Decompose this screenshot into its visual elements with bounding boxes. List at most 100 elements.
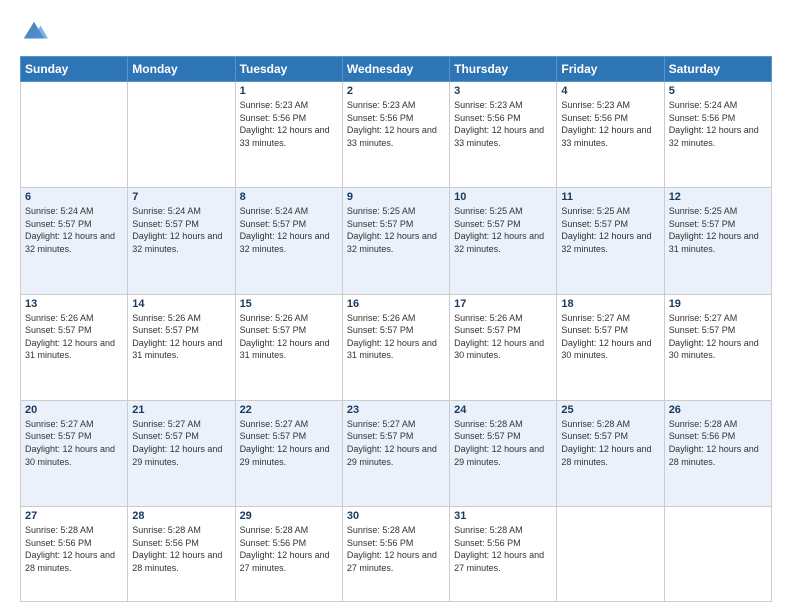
cell-info: Sunrise: 5:25 AMSunset: 5:57 PMDaylight:… [454, 205, 552, 255]
cell-info: Sunrise: 5:27 AMSunset: 5:57 PMDaylight:… [132, 418, 230, 468]
calendar-cell: 31 Sunrise: 5:28 AMSunset: 5:56 PMDayligh… [450, 507, 557, 602]
day-number: 29 [240, 510, 338, 522]
calendar-cell [664, 507, 771, 602]
day-number: 14 [132, 298, 230, 310]
calendar-week-row: 13 Sunrise: 5:26 AMSunset: 5:57 PMDayligh… [21, 294, 772, 400]
day-number: 6 [25, 191, 123, 203]
cell-info: Sunrise: 5:26 AMSunset: 5:57 PMDaylight:… [454, 312, 552, 362]
cell-info: Sunrise: 5:24 AMSunset: 5:57 PMDaylight:… [132, 205, 230, 255]
header [20, 18, 772, 46]
cell-info: Sunrise: 5:27 AMSunset: 5:57 PMDaylight:… [240, 418, 338, 468]
cell-info: Sunrise: 5:26 AMSunset: 5:57 PMDaylight:… [132, 312, 230, 362]
day-number: 28 [132, 510, 230, 522]
day-number: 1 [240, 85, 338, 97]
calendar-cell: 25 Sunrise: 5:28 AMSunset: 5:57 PMDayligh… [557, 400, 664, 506]
weekday-header-monday: Monday [128, 57, 235, 82]
cell-info: Sunrise: 5:26 AMSunset: 5:57 PMDaylight:… [347, 312, 445, 362]
cell-info: Sunrise: 5:28 AMSunset: 5:56 PMDaylight:… [347, 524, 445, 574]
day-number: 30 [347, 510, 445, 522]
weekday-header-saturday: Saturday [664, 57, 771, 82]
weekday-header-wednesday: Wednesday [342, 57, 449, 82]
cell-info: Sunrise: 5:23 AMSunset: 5:56 PMDaylight:… [240, 99, 338, 149]
cell-info: Sunrise: 5:24 AMSunset: 5:57 PMDaylight:… [240, 205, 338, 255]
calendar-cell: 26 Sunrise: 5:28 AMSunset: 5:56 PMDayligh… [664, 400, 771, 506]
cell-info: Sunrise: 5:27 AMSunset: 5:57 PMDaylight:… [669, 312, 767, 362]
day-number: 26 [669, 404, 767, 416]
cell-info: Sunrise: 5:25 AMSunset: 5:57 PMDaylight:… [347, 205, 445, 255]
day-number: 21 [132, 404, 230, 416]
cell-info: Sunrise: 5:27 AMSunset: 5:57 PMDaylight:… [561, 312, 659, 362]
calendar-cell: 15 Sunrise: 5:26 AMSunset: 5:57 PMDayligh… [235, 294, 342, 400]
calendar-cell: 9 Sunrise: 5:25 AMSunset: 5:57 PMDaylight… [342, 188, 449, 294]
day-number: 5 [669, 85, 767, 97]
day-number: 23 [347, 404, 445, 416]
calendar-cell: 6 Sunrise: 5:24 AMSunset: 5:57 PMDaylight… [21, 188, 128, 294]
calendar-cell [557, 507, 664, 602]
day-number: 13 [25, 298, 123, 310]
calendar-cell: 19 Sunrise: 5:27 AMSunset: 5:57 PMDayligh… [664, 294, 771, 400]
calendar-cell: 18 Sunrise: 5:27 AMSunset: 5:57 PMDayligh… [557, 294, 664, 400]
day-number: 7 [132, 191, 230, 203]
cell-info: Sunrise: 5:23 AMSunset: 5:56 PMDaylight:… [454, 99, 552, 149]
calendar-cell: 7 Sunrise: 5:24 AMSunset: 5:57 PMDaylight… [128, 188, 235, 294]
day-number: 4 [561, 85, 659, 97]
cell-info: Sunrise: 5:28 AMSunset: 5:57 PMDaylight:… [561, 418, 659, 468]
weekday-header-sunday: Sunday [21, 57, 128, 82]
calendar-cell: 21 Sunrise: 5:27 AMSunset: 5:57 PMDayligh… [128, 400, 235, 506]
calendar-cell: 5 Sunrise: 5:24 AMSunset: 5:56 PMDaylight… [664, 82, 771, 188]
calendar-cell: 11Sunrise: 5:25 AMSunset: 5:57 PMDayligh… [557, 188, 664, 294]
cell-info: Sunrise: 5:27 AMSunset: 5:57 PMDaylight:… [347, 418, 445, 468]
calendar-cell: 14 Sunrise: 5:26 AMSunset: 5:57 PMDayligh… [128, 294, 235, 400]
calendar-cell [21, 82, 128, 188]
calendar-week-row: 27 Sunrise: 5:28 AMSunset: 5:56 PMDayligh… [21, 507, 772, 602]
cell-info: Sunrise: 5:28 AMSunset: 5:57 PMDaylight:… [454, 418, 552, 468]
logo-icon [20, 18, 48, 46]
calendar-cell: 27 Sunrise: 5:28 AMSunset: 5:56 PMDayligh… [21, 507, 128, 602]
calendar-cell: 13 Sunrise: 5:26 AMSunset: 5:57 PMDayligh… [21, 294, 128, 400]
day-number: 15 [240, 298, 338, 310]
cell-info: Sunrise: 5:24 AMSunset: 5:56 PMDaylight:… [669, 99, 767, 149]
calendar-cell: 8Sunrise: 5:24 AMSunset: 5:57 PMDaylight… [235, 188, 342, 294]
calendar-cell: 24 Sunrise: 5:28 AMSunset: 5:57 PMDayligh… [450, 400, 557, 506]
cell-info: Sunrise: 5:26 AMSunset: 5:57 PMDaylight:… [25, 312, 123, 362]
day-number: 2 [347, 85, 445, 97]
day-number: 9 [347, 191, 445, 203]
day-number: 16 [347, 298, 445, 310]
calendar-cell [128, 82, 235, 188]
day-number: 19 [669, 298, 767, 310]
calendar-cell: 16 Sunrise: 5:26 AMSunset: 5:57 PMDayligh… [342, 294, 449, 400]
calendar-cell: 4 Sunrise: 5:23 AMSunset: 5:56 PMDaylight… [557, 82, 664, 188]
cell-info: Sunrise: 5:23 AMSunset: 5:56 PMDaylight:… [561, 99, 659, 149]
day-number: 17 [454, 298, 552, 310]
cell-info: Sunrise: 5:25 AMSunset: 5:57 PMDaylight:… [669, 205, 767, 255]
logo [20, 18, 52, 46]
day-number: 12 [669, 191, 767, 203]
calendar-cell: 17 Sunrise: 5:26 AMSunset: 5:57 PMDayligh… [450, 294, 557, 400]
calendar-cell: 12 Sunrise: 5:25 AMSunset: 5:57 PMDayligh… [664, 188, 771, 294]
calendar-cell: 2Sunrise: 5:23 AMSunset: 5:56 PMDaylight… [342, 82, 449, 188]
day-number: 11 [561, 191, 659, 203]
cell-info: Sunrise: 5:26 AMSunset: 5:57 PMDaylight:… [240, 312, 338, 362]
day-number: 22 [240, 404, 338, 416]
weekday-header-thursday: Thursday [450, 57, 557, 82]
day-number: 27 [25, 510, 123, 522]
calendar-cell: 29Sunrise: 5:28 AMSunset: 5:56 PMDayligh… [235, 507, 342, 602]
calendar-cell: 30 Sunrise: 5:28 AMSunset: 5:56 PMDayligh… [342, 507, 449, 602]
day-number: 3 [454, 85, 552, 97]
weekday-header-tuesday: Tuesday [235, 57, 342, 82]
day-number: 24 [454, 404, 552, 416]
cell-info: Sunrise: 5:27 AMSunset: 5:57 PMDaylight:… [25, 418, 123, 468]
day-number: 25 [561, 404, 659, 416]
page: SundayMondayTuesdayWednesdayThursdayFrid… [0, 0, 792, 612]
cell-info: Sunrise: 5:24 AMSunset: 5:57 PMDaylight:… [25, 205, 123, 255]
day-number: 10 [454, 191, 552, 203]
day-number: 18 [561, 298, 659, 310]
day-number: 31 [454, 510, 552, 522]
calendar-cell: 3 Sunrise: 5:23 AMSunset: 5:56 PMDaylight… [450, 82, 557, 188]
cell-info: Sunrise: 5:28 AMSunset: 5:56 PMDaylight:… [669, 418, 767, 468]
calendar-cell: 22 Sunrise: 5:27 AMSunset: 5:57 PMDayligh… [235, 400, 342, 506]
calendar-cell: 23 Sunrise: 5:27 AMSunset: 5:57 PMDayligh… [342, 400, 449, 506]
cell-info: Sunrise: 5:28 AMSunset: 5:56 PMDaylight:… [25, 524, 123, 574]
calendar-cell: 10 Sunrise: 5:25 AMSunset: 5:57 PMDayligh… [450, 188, 557, 294]
cell-info: Sunrise: 5:28 AMSunset: 5:56 PMDaylight:… [454, 524, 552, 574]
